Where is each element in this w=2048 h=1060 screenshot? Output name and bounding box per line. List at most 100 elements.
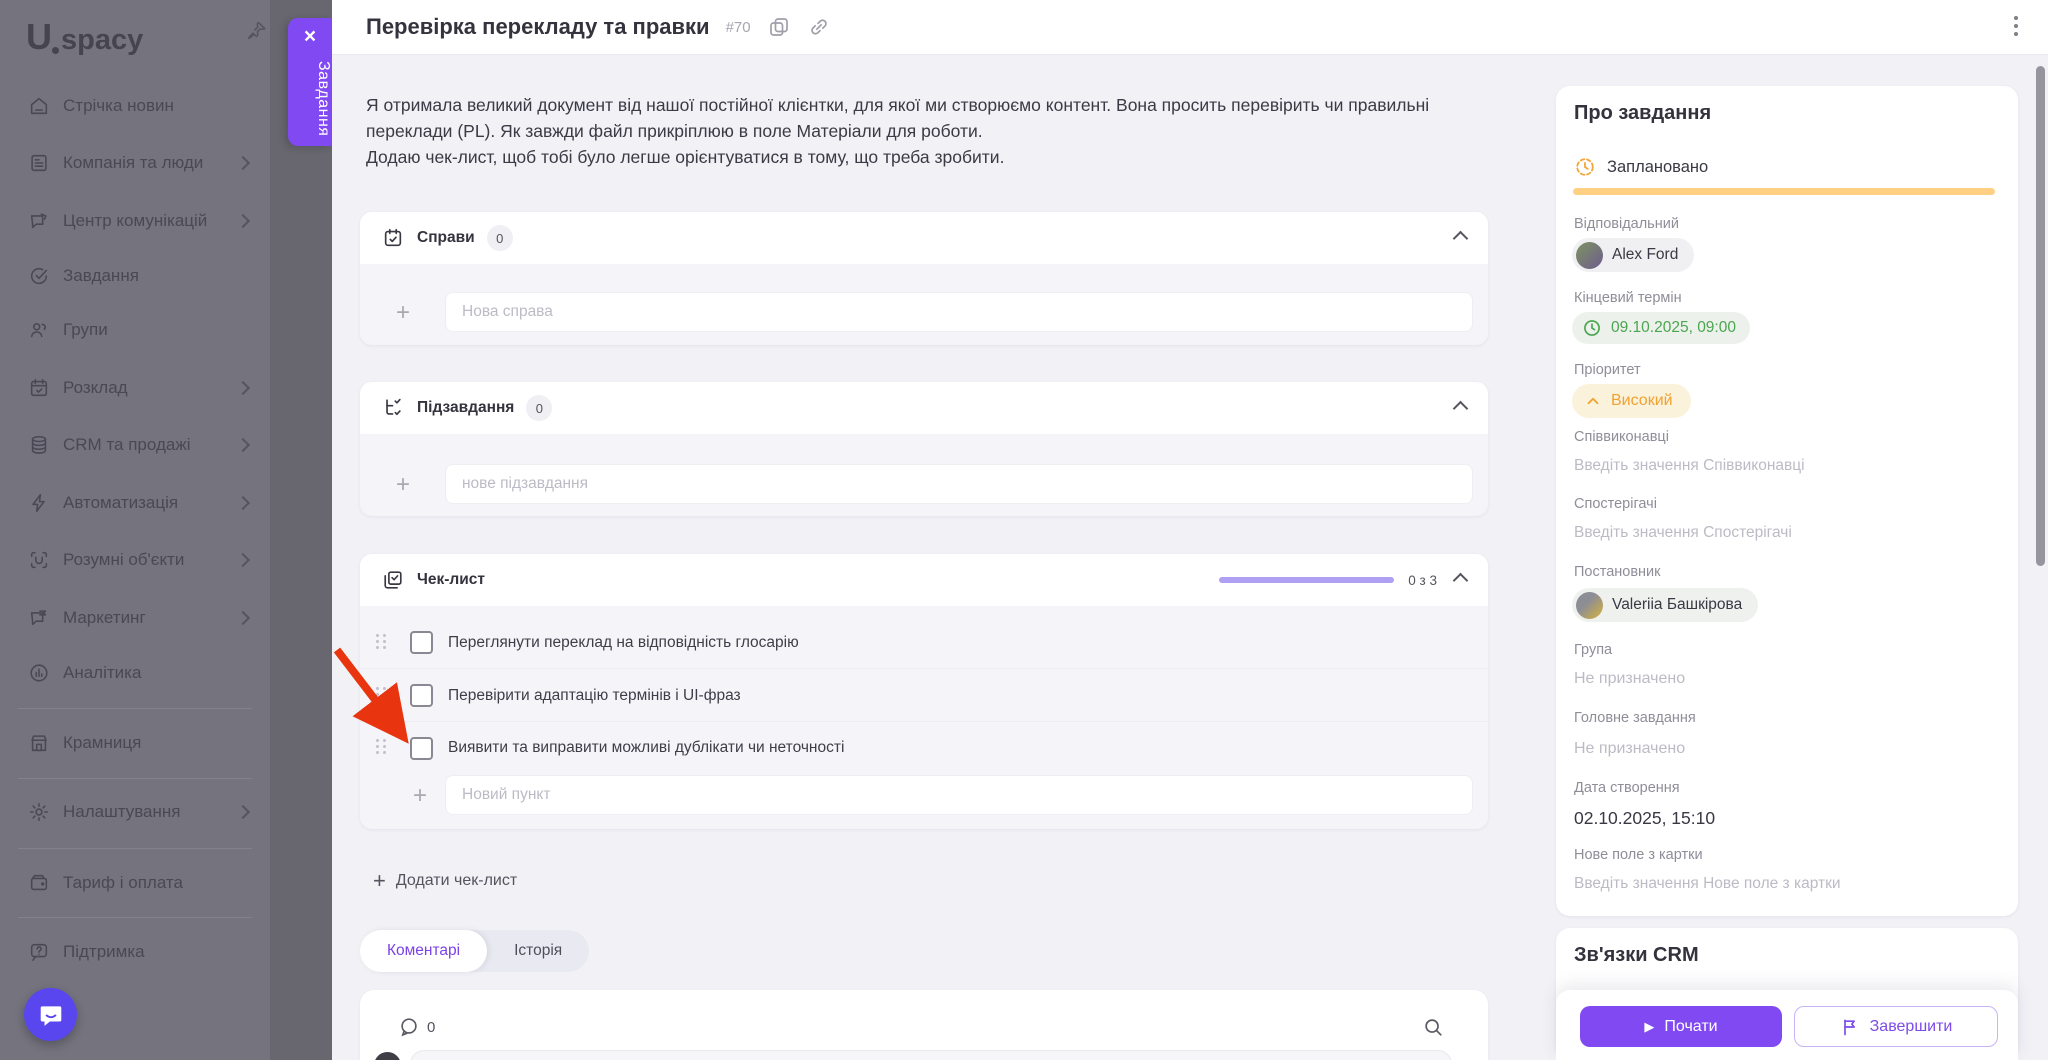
close-icon[interactable]: × [288, 24, 332, 50]
new-subtask-input[interactable] [445, 464, 1473, 504]
drag-handle-icon[interactable] [376, 739, 386, 757]
plus-icon: + [373, 868, 386, 893]
divider [18, 708, 252, 709]
drag-handle-icon[interactable] [376, 686, 386, 705]
chat-bubble-icon [40, 1005, 61, 1026]
comments-history-tabs: Коментарі Історія [360, 930, 590, 972]
status-selector[interactable]: Заплановано [1574, 156, 1708, 178]
sidebar-item-automation[interactable]: Автоматизація [28, 488, 258, 518]
author-pill[interactable]: Valeriia Башкірова [1572, 588, 1759, 622]
company-icon [28, 152, 50, 174]
support-chat-fab[interactable] [24, 988, 77, 1041]
count-badge: 0 [486, 225, 513, 251]
copy-icon[interactable] [767, 15, 791, 39]
activities-header[interactable]: Справи 0 [360, 212, 1488, 264]
sidebar-item-support[interactable]: Підтримка [28, 937, 258, 967]
sidebar-item-settings[interactable]: Налаштування [28, 797, 258, 827]
chevron-right-icon [235, 610, 251, 626]
more-menu-icon[interactable] [2012, 16, 2020, 36]
modal-backdrop[interactable]: Uspacy Стрічка новин Компанія та люди Це… [0, 0, 332, 1060]
start-button[interactable]: ▶ Почати [1580, 1006, 1782, 1047]
coexecutors-input[interactable]: Введіть значення Співвиконавці [1574, 457, 1805, 475]
home-icon [28, 95, 50, 117]
checklist-icon [382, 569, 404, 591]
chevron-right-icon [235, 437, 251, 453]
checkbox[interactable] [410, 736, 433, 760]
task-actions-bar: ▶ Почати Завершити [1556, 990, 2018, 1060]
sidebar-item-crm[interactable]: CRM та продажі [28, 430, 258, 460]
slideover-tab-tasks[interactable]: × Завдання [288, 18, 332, 146]
clock-icon [1584, 320, 1600, 336]
priority-high-icon [1587, 397, 1599, 405]
sidebar-item-company[interactable]: Компанія та люди [28, 148, 258, 178]
divider [18, 917, 252, 918]
checkbox[interactable] [410, 684, 433, 707]
pin-sidebar-icon[interactable] [246, 20, 268, 42]
comments-count: 0 [398, 1016, 435, 1038]
sidebar-item-newsfeed[interactable]: Стрічка новин [28, 91, 258, 121]
responsible-pill[interactable]: Alex Ford [1572, 238, 1695, 272]
link-icon[interactable] [807, 15, 831, 39]
avatar [1576, 241, 1603, 269]
plus-icon[interactable]: + [396, 301, 410, 325]
chevron-right-icon [235, 380, 251, 396]
sidebar-item-groups[interactable]: Групи [28, 315, 258, 345]
task-header: Перевірка перекладу та правки #70 [332, 0, 2048, 55]
sidebar-item-smart-objects[interactable]: Розумні об'єкти [28, 545, 258, 575]
chevron-up-icon[interactable] [1452, 230, 1469, 246]
checklist-progressbar [1219, 577, 1395, 583]
uspacy-logo: Uspacy [26, 16, 144, 57]
page-title: Перевірка перекладу та правки [366, 14, 710, 39]
sidebar-item-store[interactable]: Крамниця [28, 728, 258, 758]
question-bubble-icon [28, 941, 50, 963]
drag-handle-icon[interactable] [376, 633, 386, 652]
divider [18, 848, 252, 849]
calendar-icon [28, 377, 50, 399]
sidebar-item-marketing[interactable]: Маркетинг [28, 603, 258, 633]
checklist-header[interactable]: Чек-лист 0 з 3 [360, 554, 1488, 606]
sidebar: Uspacy Стрічка новин Компанія та люди Це… [0, 0, 270, 1060]
finish-button[interactable]: Завершити [1794, 1006, 1998, 1047]
clock-icon [1576, 158, 1594, 176]
plus-icon[interactable]: + [396, 473, 410, 497]
sidebar-item-analytics[interactable]: Аналітика [28, 658, 258, 688]
priority-pill[interactable]: Високий [1572, 384, 1691, 418]
tab-history[interactable]: Історія [487, 930, 589, 972]
new-activity-input[interactable] [445, 292, 1473, 332]
sidebar-item-billing[interactable]: Тариф і оплата [28, 868, 258, 898]
custom-field-input[interactable]: Введіть значення Нове поле з картки [1574, 875, 1841, 893]
sidebar-item-schedule[interactable]: Розклад [28, 373, 258, 403]
subtasks-header[interactable]: Підзавдання 0 [360, 382, 1488, 434]
chevron-up-icon[interactable] [1452, 400, 1469, 416]
checklist-progress-label: 0 з 3 [1408, 572, 1437, 588]
count-badge: 0 [526, 395, 553, 421]
about-task-card: Про завдання Заплановано Відповідальний … [1556, 86, 2018, 916]
task-id: #70 [725, 18, 751, 36]
status-label: Заплановано [1607, 157, 1709, 176]
section-activities: Справи 0 + [360, 212, 1488, 345]
scrollbar-thumb[interactable] [2036, 66, 2045, 566]
chevron-right-icon [235, 155, 251, 171]
task-description: Я отримала великий документ від нашої по… [366, 95, 1430, 167]
avatar [374, 1052, 401, 1060]
subtasks-icon [382, 397, 404, 419]
chevron-right-icon [235, 804, 251, 820]
checkbox[interactable] [410, 631, 433, 654]
plus-icon[interactable]: + [413, 784, 427, 808]
tab-comments[interactable]: Коментарі [360, 930, 488, 972]
people-icon [28, 319, 50, 341]
new-checklist-item-input[interactable] [445, 775, 1473, 815]
search-icon[interactable] [1422, 1016, 1444, 1038]
observers-input[interactable]: Введіть значення Спостерігачі [1574, 524, 1792, 542]
checklist-item: Виявити та виправити можливі дублікати ч… [360, 722, 1488, 774]
sidebar-item-communications[interactable]: Центр комунікацій [28, 206, 258, 236]
chevron-up-icon[interactable] [1452, 572, 1469, 588]
divider [18, 778, 252, 779]
sidebar-item-tasks[interactable]: Завдання [28, 261, 258, 291]
gear-icon [28, 801, 50, 823]
deadline-pill[interactable]: 09.10.2025, 09:00 [1572, 312, 1750, 344]
add-checklist-button[interactable]: + Додати чек-лист [373, 868, 517, 894]
section-subtasks: Підзавдання 0 + [360, 382, 1488, 516]
comment-input[interactable] [410, 1050, 1452, 1060]
chevron-right-icon [235, 495, 251, 511]
